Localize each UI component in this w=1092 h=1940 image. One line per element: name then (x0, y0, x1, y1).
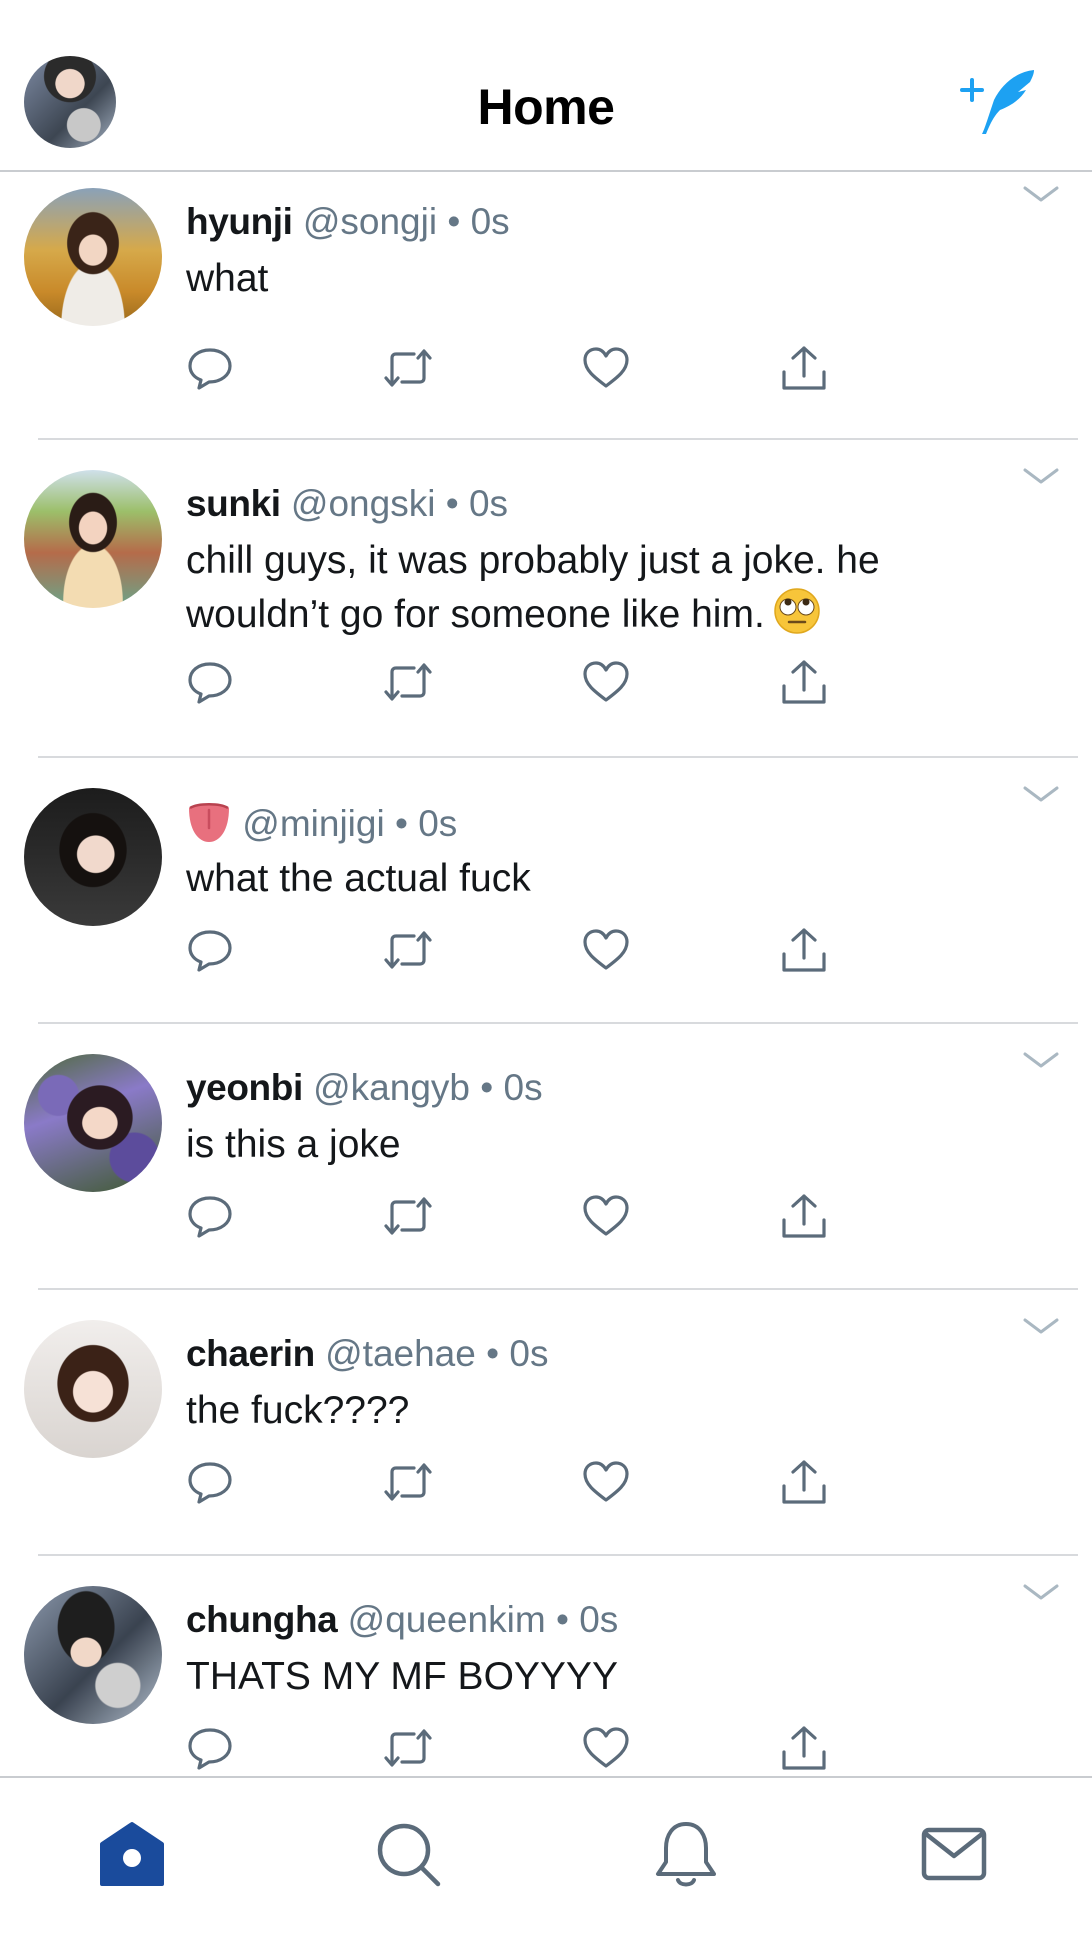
tweet-header: hyunji @songji • 0s (186, 200, 510, 244)
tweet-text: chill guys, it was probably just a joke.… (186, 534, 1012, 641)
share-icon[interactable] (778, 1724, 830, 1772)
user-avatar[interactable] (24, 1320, 162, 1458)
like-icon[interactable] (580, 1192, 632, 1240)
separator-dot: • (486, 1333, 500, 1374)
notifications-icon[interactable] (650, 1818, 722, 1890)
tweet-header: sunki @ongski • 0s (186, 482, 508, 526)
messages-icon[interactable] (918, 1818, 990, 1890)
tweet-actions (184, 344, 844, 392)
tongue-emoji (189, 803, 229, 842)
like-icon[interactable] (580, 1458, 632, 1506)
tweet-text: is this a joke (186, 1123, 401, 1166)
chevron-down-icon[interactable] (1022, 1050, 1060, 1072)
separator-dot: • (447, 201, 461, 242)
reply-icon[interactable] (184, 1724, 236, 1772)
tweet-actions (184, 926, 844, 974)
chevron-down-icon[interactable] (1022, 1582, 1060, 1604)
separator-dot: • (555, 1599, 569, 1640)
chevron-down-icon[interactable] (1022, 784, 1060, 806)
tweet-actions (184, 1192, 844, 1240)
user-handle: @songji (302, 201, 438, 242)
display-name[interactable]: hyunji (186, 201, 293, 242)
like-icon[interactable] (580, 926, 632, 974)
chevron-down-icon[interactable] (1022, 466, 1060, 488)
tweet-text-line: chill guys, it was probably just a joke.… (186, 539, 880, 582)
search-icon[interactable] (372, 1818, 444, 1890)
tweet[interactable]: sunki @ongski • 0s chill guys, it was pr… (0, 440, 1092, 758)
tweet-text: the fuck???? (186, 1389, 410, 1432)
tweet[interactable]: @minjigi • 0s what the actual fuck (0, 758, 1092, 1024)
top-bar: Home (0, 0, 1092, 172)
share-icon[interactable] (778, 1192, 830, 1240)
retweet-icon[interactable] (382, 658, 434, 706)
user-handle: @taehae (325, 1333, 476, 1374)
user-avatar[interactable] (24, 1054, 162, 1192)
tweet[interactable]: hyunji @songji • 0s what (0, 174, 1092, 440)
user-handle: @ongski (290, 483, 436, 524)
timestamp: 0s (470, 201, 510, 242)
user-avatar[interactable] (24, 788, 162, 926)
tweet-header: @minjigi • 0s (186, 800, 457, 846)
user-handle: @minjigi (242, 803, 385, 844)
home-icon[interactable] (96, 1818, 168, 1890)
tweet-text: THATS MY MF BOYYYY (186, 1655, 618, 1698)
tweet-text: what (186, 257, 269, 300)
separator-dot: • (394, 803, 408, 844)
tweet[interactable]: chaerin @taehae • 0s the fuck???? (0, 1290, 1092, 1556)
chevron-down-icon[interactable] (1022, 1316, 1060, 1338)
tweet-actions (184, 1724, 844, 1772)
share-icon[interactable] (778, 926, 830, 974)
tweet-actions (184, 658, 844, 706)
tweet-header: chaerin @taehae • 0s (186, 1332, 548, 1376)
display-name[interactable]: chungha (186, 1599, 338, 1640)
share-icon[interactable] (778, 344, 830, 392)
retweet-icon[interactable] (382, 1458, 434, 1506)
tweet-text-line: wouldn’t go for someone like him. (186, 593, 765, 636)
reply-icon[interactable] (184, 658, 236, 706)
tweet[interactable]: yeonbi @kangyb • 0s is this a joke (0, 1024, 1092, 1290)
separator-dot: • (480, 1067, 494, 1108)
user-avatar[interactable] (24, 470, 162, 608)
retweet-icon[interactable] (382, 1192, 434, 1240)
compose-tweet-icon[interactable] (960, 66, 1040, 138)
reply-icon[interactable] (184, 1192, 236, 1240)
share-icon[interactable] (778, 1458, 830, 1506)
bottom-tab-bar (0, 1776, 1092, 1940)
timestamp: 0s (509, 1333, 549, 1374)
share-icon[interactable] (778, 658, 830, 706)
timeline: hyunji @songji • 0s what sunki @ongski •… (0, 174, 1092, 1776)
user-handle: @kangyb (313, 1067, 470, 1108)
user-avatar[interactable] (24, 1586, 162, 1724)
display-name[interactable]: sunki (186, 483, 281, 524)
user-handle: @queenkim (347, 1599, 546, 1640)
tweet-header: yeonbi @kangyb • 0s (186, 1066, 543, 1110)
page-title: Home (477, 79, 615, 135)
retweet-icon[interactable] (382, 926, 434, 974)
like-icon[interactable] (580, 344, 632, 392)
timestamp: 0s (468, 483, 509, 524)
tweet-header: chungha @queenkim • 0s (186, 1598, 618, 1642)
tweet-text: what the actual fuck (186, 857, 531, 900)
user-avatar[interactable] (24, 188, 162, 326)
display-name[interactable]: chaerin (186, 1333, 315, 1374)
timestamp: 0s (579, 1599, 619, 1640)
display-name[interactable]: yeonbi (186, 1067, 303, 1108)
like-icon[interactable] (580, 658, 632, 706)
tweet[interactable]: chungha @queenkim • 0s THATS MY MF BOYYY… (0, 1556, 1092, 1776)
separator-dot: • (445, 483, 459, 524)
reply-icon[interactable] (184, 926, 236, 974)
chevron-down-icon[interactable] (1022, 184, 1060, 206)
reply-icon[interactable] (184, 1458, 236, 1506)
reply-icon[interactable] (184, 344, 236, 392)
like-icon[interactable] (580, 1724, 632, 1772)
retweet-icon[interactable] (382, 1724, 434, 1772)
retweet-icon[interactable] (382, 344, 434, 392)
timestamp: 0s (418, 803, 458, 844)
tweet-actions (184, 1458, 844, 1506)
face-with-rolling-eyes-emoji (774, 588, 820, 634)
timestamp: 0s (503, 1067, 543, 1108)
